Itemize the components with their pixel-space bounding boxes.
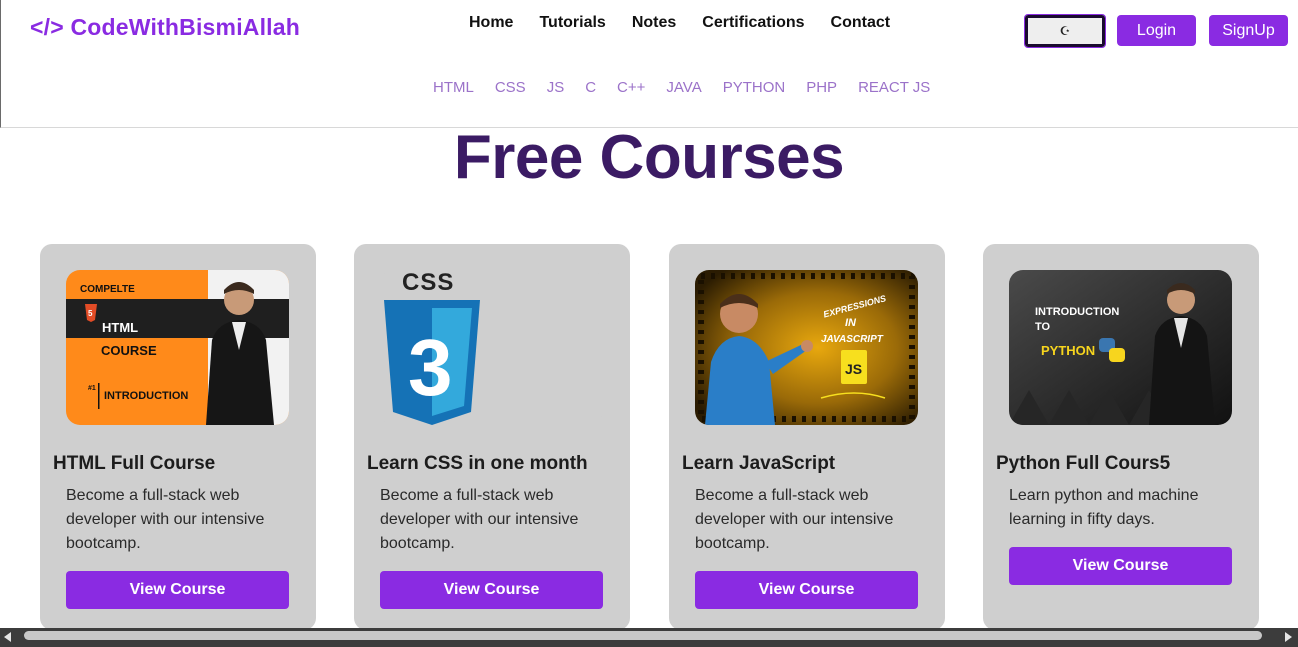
python-course-thumbnail: INTRODUCTION TO PYTHON [1009, 270, 1232, 425]
scroll-right-arrow-icon[interactable] [1285, 632, 1292, 642]
site-logo[interactable]: </> CodeWithBismiAllah [30, 14, 300, 41]
course-title: Python Full Cours5 [996, 453, 1171, 474]
lang-html[interactable]: HTML [433, 79, 474, 96]
thumb-text-number: #1 [88, 385, 96, 392]
view-course-button[interactable]: View Course [1009, 547, 1232, 585]
javascript-course-thumbnail: EXPRESSIONS IN JAVASCRIPT JS [695, 270, 918, 425]
thumb-text-badge: 5 [88, 309, 93, 318]
theme-toggle-button[interactable]: ☪ [1024, 14, 1106, 48]
course-title: Learn CSS in one month [367, 453, 588, 474]
course-description: Become a full-stack web developer with o… [695, 487, 894, 552]
html-course-thumbnail: COMPELTE 5 HTML COURSE #1 INTRODUCTION [66, 270, 289, 425]
course-card-css: CSS 3 Learn CSS in one month Become a fu… [354, 244, 630, 630]
lang-js[interactable]: JS [547, 79, 565, 96]
thumb-text-javascript: JAVASCRIPT [821, 334, 884, 345]
lang-python[interactable]: PYTHON [723, 79, 786, 96]
nav-certifications[interactable]: Certifications [702, 14, 804, 32]
thumb-text-in: IN [845, 317, 857, 329]
login-button[interactable]: Login [1117, 15, 1196, 46]
thumb-text-digit: 3 [408, 323, 453, 412]
lang-cpp[interactable]: C++ [617, 79, 645, 96]
lang-css[interactable]: CSS [495, 79, 526, 96]
course-title: Learn JavaScript [682, 453, 836, 474]
main-nav: Home Tutorials Notes Certifications Cont… [469, 14, 916, 32]
thumb-text-js: JS [845, 361, 862, 377]
course-title: HTML Full Course [53, 453, 216, 474]
view-course-button[interactable]: View Course [380, 571, 603, 609]
thumb-text-python: PYTHON [1041, 343, 1095, 358]
site-header: </> CodeWithBismiAllah Home Tutorials No… [0, 0, 1298, 128]
thumb-text-compelte: COMPELTE [80, 284, 135, 295]
thumb-text-css: CSS [402, 270, 454, 296]
course-description: Learn python and machine learning in fif… [1009, 487, 1199, 528]
course-card-html: COMPELTE 5 HTML COURSE #1 INTRODUCTION H… [40, 244, 316, 630]
thumb-text-course: COURSE [101, 343, 157, 358]
nav-notes[interactable]: Notes [632, 14, 676, 32]
thumb-text-introduction: INTRODUCTION [1035, 306, 1119, 318]
course-description: Become a full-stack web developer with o… [380, 487, 579, 552]
thumb-text-to: TO [1035, 321, 1051, 333]
thumb-text-introduction: INTRODUCTION [104, 390, 188, 402]
language-nav: HTML CSS JS C C++ JAVA PYTHON PHP REACT … [433, 79, 951, 96]
view-course-button[interactable]: View Course [695, 571, 918, 609]
lang-java[interactable]: JAVA [666, 79, 701, 96]
css3-logo-icon: CSS 3 [380, 270, 603, 425]
lang-php[interactable]: PHP [806, 79, 837, 96]
css-course-thumbnail: CSS 3 [380, 270, 603, 425]
nav-home[interactable]: Home [469, 14, 513, 32]
thumb-text-html: HTML [102, 320, 138, 335]
lang-c[interactable]: C [585, 79, 596, 96]
python-thumbnail-art: INTRODUCTION TO PYTHON [1009, 270, 1232, 425]
html-thumbnail-art: COMPELTE 5 HTML COURSE #1 INTRODUCTION [66, 270, 289, 425]
course-card-javascript: EXPRESSIONS IN JAVASCRIPT JS Learn JavaS… [669, 244, 945, 630]
scroll-left-arrow-icon[interactable] [4, 632, 11, 642]
course-card-python: INTRODUCTION TO PYTHON Python Full Cours… [983, 244, 1259, 630]
course-description: Become a full-stack web developer with o… [66, 487, 265, 552]
view-course-button[interactable]: View Course [66, 571, 289, 609]
nav-contact[interactable]: Contact [831, 14, 891, 32]
moon-icon: ☪ [1059, 24, 1071, 38]
javascript-thumbnail-art: EXPRESSIONS IN JAVASCRIPT JS [695, 270, 918, 425]
nav-tutorials[interactable]: Tutorials [539, 14, 605, 32]
scrollbar-thumb[interactable] [24, 631, 1262, 640]
horizontal-scrollbar[interactable] [0, 628, 1298, 647]
lang-react[interactable]: REACT JS [858, 79, 930, 96]
page-title: Free Courses [453, 123, 845, 192]
signup-button[interactable]: SignUp [1209, 15, 1288, 46]
